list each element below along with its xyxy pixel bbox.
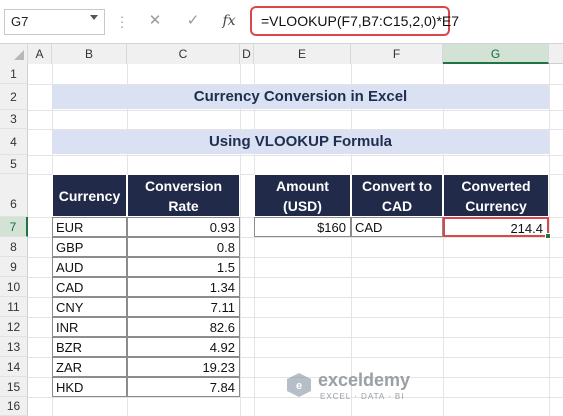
header-amount-line1: Amount	[276, 177, 329, 194]
row-header-15[interactable]: 15	[0, 377, 28, 397]
name-box-value: G7	[11, 14, 29, 29]
column-header-e[interactable]: E	[254, 44, 351, 64]
column-header-b[interactable]: B	[52, 44, 127, 64]
column-header-d[interactable]: D	[240, 44, 254, 64]
column-header-f[interactable]: F	[351, 44, 443, 64]
gridline	[443, 64, 444, 416]
currency-cell[interactable]: ZAR	[52, 357, 127, 377]
rate-cell[interactable]: 0.8	[127, 237, 240, 257]
cancel-icon[interactable]: ✕	[145, 11, 165, 31]
column-header-c[interactable]: C	[127, 44, 240, 64]
header-amount: Amount (USD)	[254, 174, 351, 217]
row-header-8[interactable]: 8	[0, 237, 28, 257]
currency-cell[interactable]: EUR	[52, 217, 127, 237]
convert-to-cell[interactable]: CAD	[351, 217, 443, 237]
header-converted-line1: Converted	[461, 177, 531, 194]
row-header-13[interactable]: 13	[0, 337, 28, 357]
gridline	[254, 64, 255, 416]
header-convert-line2: CAD	[381, 197, 413, 214]
currency-cell[interactable]: GBP	[52, 237, 127, 257]
watermark-tagline: EXCEL · DATA · BI	[320, 392, 405, 401]
header-rate-line1: Conversion	[144, 177, 222, 194]
row-header-16[interactable]: 16	[0, 397, 28, 416]
gridline	[240, 64, 241, 416]
rate-cell[interactable]: 7.84	[127, 377, 240, 397]
column-header-a[interactable]: A	[28, 44, 52, 64]
select-all-icon	[14, 50, 24, 60]
more-options-icon[interactable]: · · ·	[119, 10, 125, 33]
gridline	[351, 64, 352, 416]
rate-cell[interactable]: 7.11	[127, 297, 240, 317]
row-header-10[interactable]: 10	[0, 277, 28, 297]
row-header-5[interactable]: 5	[0, 155, 28, 174]
row-header-7[interactable]: 7	[0, 217, 28, 237]
currency-cell[interactable]: INR	[52, 317, 127, 337]
currency-cell[interactable]: AUD	[52, 257, 127, 277]
row-header-11[interactable]: 11	[0, 297, 28, 317]
name-box[interactable]: G7	[4, 9, 105, 35]
gridline	[549, 64, 550, 416]
gridline	[28, 110, 563, 111]
rate-cell[interactable]: 0.93	[127, 217, 240, 237]
rate-cell[interactable]: 82.6	[127, 317, 240, 337]
svg-text:e: e	[296, 380, 302, 392]
currency-cell[interactable]: CAD	[52, 277, 127, 297]
header-currency-label: Currency	[58, 187, 121, 204]
currency-cell[interactable]: BZR	[52, 337, 127, 357]
header-rate-line2: Rate	[168, 197, 199, 214]
row-header-2[interactable]: 2	[0, 84, 28, 110]
page-subtitle: Using VLOOKUP Formula	[52, 130, 549, 154]
header-convert-to: Convert to CAD	[351, 174, 443, 217]
currency-cell[interactable]: HKD	[52, 377, 127, 397]
currency-cell[interactable]: CNY	[52, 297, 127, 317]
formula-input[interactable]: =VLOOKUP(F7,B7:C15,2,0)*E7	[250, 6, 459, 36]
enter-icon[interactable]: ✓	[183, 11, 203, 31]
row-header-3[interactable]: 3	[0, 110, 28, 129]
amount-cell[interactable]: $160	[254, 217, 351, 237]
chevron-down-icon[interactable]	[90, 15, 98, 20]
row-header-6[interactable]: 6	[0, 174, 28, 217]
header-converted-currency: Converted Currency	[443, 174, 549, 217]
fill-handle[interactable]	[545, 233, 551, 239]
row-header-4[interactable]: 4	[0, 129, 28, 155]
gridline	[28, 155, 563, 156]
header-amount-line2: (USD)	[283, 197, 322, 214]
watermark-name: exceldemy	[318, 370, 411, 390]
header-converted-line2: Currency	[465, 197, 527, 214]
row-header-14[interactable]: 14	[0, 357, 28, 377]
header-conversion-rate: Conversion Rate	[127, 174, 240, 217]
converted-cell-selected[interactable]: 214.4	[443, 217, 549, 237]
rate-cell[interactable]: 4.92	[127, 337, 240, 357]
row-header-1[interactable]: 1	[0, 64, 28, 84]
page-title: Currency Conversion in Excel	[52, 85, 549, 109]
column-header-g[interactable]: G	[443, 44, 549, 64]
insert-function-icon[interactable]: fx	[218, 11, 240, 31]
header-convert-line1: Convert to	[362, 177, 432, 194]
rate-cell[interactable]: 1.5	[127, 257, 240, 277]
row-header-12[interactable]: 12	[0, 317, 28, 337]
header-currency: Currency	[52, 174, 127, 217]
rate-cell[interactable]: 1.34	[127, 277, 240, 297]
row-header-9[interactable]: 9	[0, 257, 28, 277]
rate-cell[interactable]: 19.23	[127, 357, 240, 377]
